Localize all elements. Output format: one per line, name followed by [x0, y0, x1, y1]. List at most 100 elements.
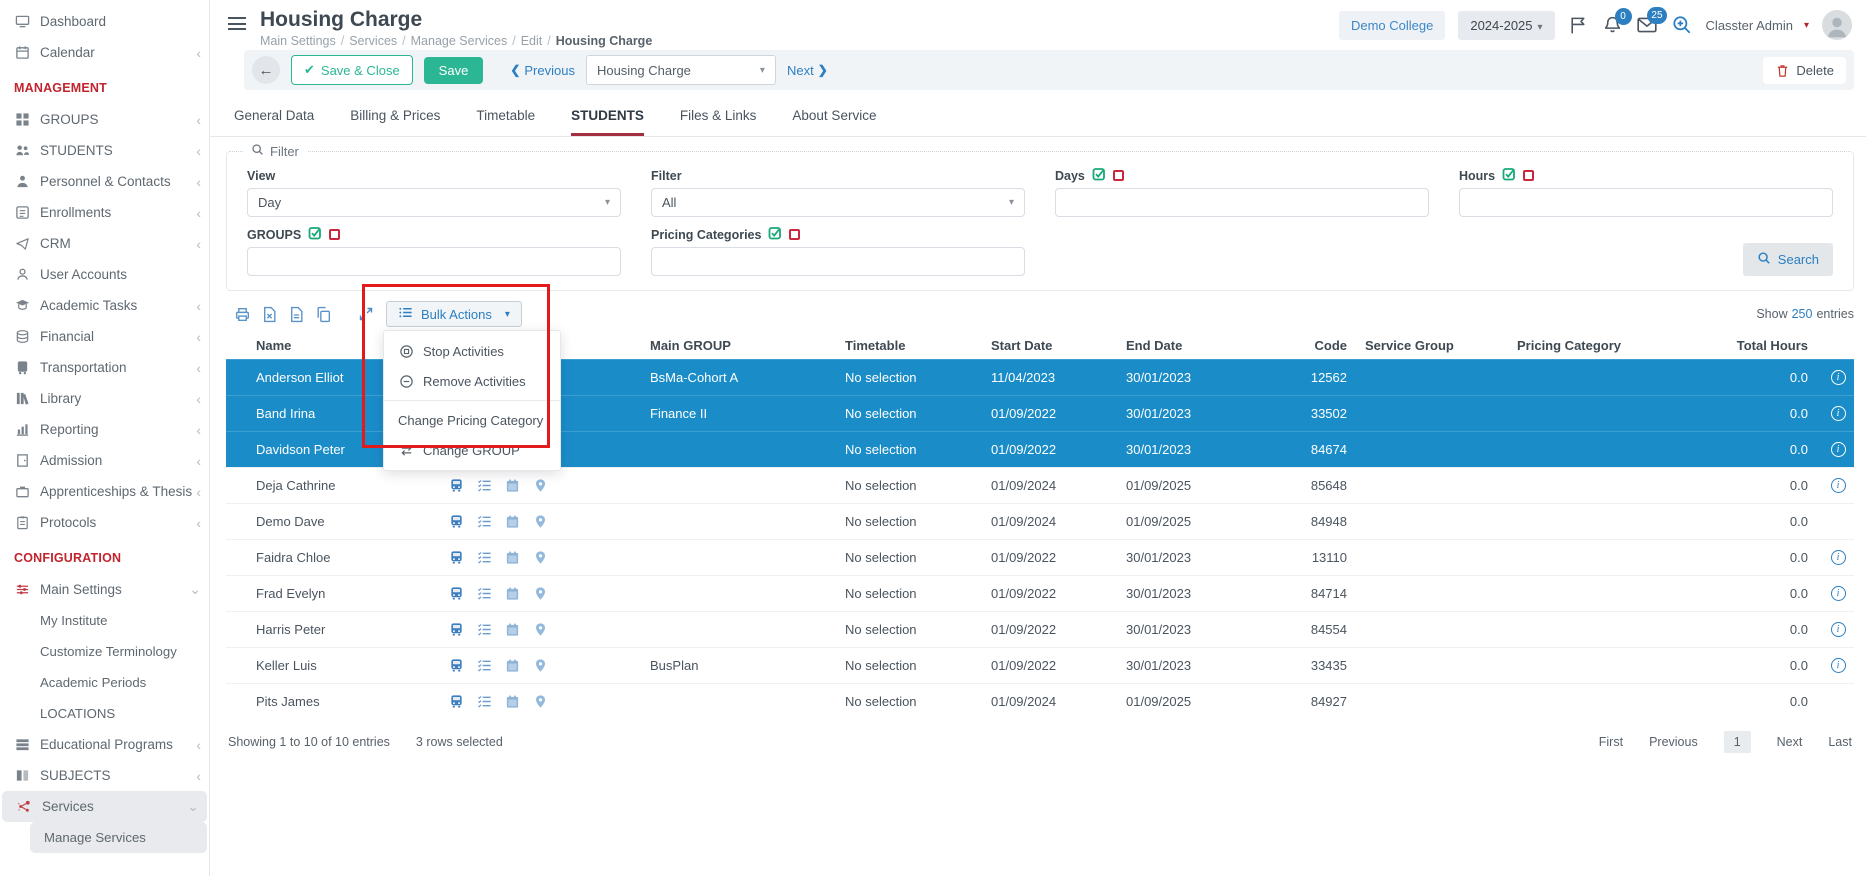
info-icon[interactable]: i — [1831, 658, 1846, 673]
sidebar-item-dashboard[interactable]: Dashboard — [0, 6, 209, 37]
pagination-first[interactable]: First — [1599, 735, 1623, 749]
next-button[interactable]: Next❯ — [787, 63, 828, 78]
table-row[interactable]: Frad EvelynNo selection01/09/202230/01/2… — [226, 575, 1854, 611]
flag-icon[interactable] — [1568, 15, 1589, 36]
service-selector[interactable]: Housing Charge▾ — [586, 55, 776, 85]
bus-icon[interactable] — [449, 694, 464, 709]
save-close-button[interactable]: ✔Save & Close — [291, 55, 413, 85]
location-icon[interactable] — [533, 514, 548, 529]
sidebar-item-library[interactable]: Library‹ — [0, 383, 209, 414]
delete-button[interactable]: Delete — [1763, 57, 1846, 84]
sidebar-item-educational-programs[interactable]: Educational Programs‹ — [0, 729, 209, 760]
filter-select[interactable]: All▾ — [651, 188, 1025, 217]
sidebar-item-personnel-and-contacts[interactable]: Personnel & Contacts‹ — [0, 166, 209, 197]
tab-about-service[interactable]: About Service — [792, 108, 876, 136]
column-header-end-date[interactable]: End Date — [1122, 338, 1257, 353]
hours-input[interactable] — [1459, 188, 1833, 217]
activities-icon[interactable] — [477, 514, 492, 529]
table-row[interactable]: Deja CathrineNo selection01/09/202401/09… — [226, 467, 1854, 503]
info-icon[interactable]: i — [1831, 478, 1846, 493]
save-button[interactable]: Save — [424, 57, 484, 84]
location-icon[interactable] — [533, 586, 548, 601]
notifications-bell-icon[interactable]: 0 — [1602, 15, 1623, 36]
sidebar-item-academic-periods[interactable]: Academic Periods — [0, 667, 209, 698]
breadcrumb-item[interactable]: Main Settings — [260, 34, 336, 48]
info-icon[interactable]: i — [1831, 622, 1846, 637]
uncheck-all-icon[interactable] — [1523, 170, 1534, 181]
bus-icon[interactable] — [449, 478, 464, 493]
location-icon[interactable] — [533, 550, 548, 565]
export-excel-icon[interactable] — [261, 306, 278, 323]
bus-icon[interactable] — [449, 550, 464, 565]
bus-icon[interactable] — [449, 622, 464, 637]
avatar[interactable] — [1822, 10, 1852, 40]
sidebar-item-subjects[interactable]: SUBJECTS‹ — [0, 760, 209, 791]
sidebar-item-academic-tasks[interactable]: Academic Tasks‹ — [0, 290, 209, 321]
breadcrumb-item[interactable]: Manage Services — [411, 34, 508, 48]
column-header-main-group[interactable]: Main GROUP — [646, 338, 841, 353]
zoom-search-icon[interactable] — [1671, 14, 1693, 36]
activities-icon[interactable] — [477, 658, 492, 673]
copy-icon[interactable] — [315, 306, 332, 323]
column-header-timetable[interactable]: Timetable — [841, 338, 987, 353]
calendar-small-icon[interactable] — [505, 694, 520, 709]
view-select[interactable]: Day▾ — [247, 188, 621, 217]
info-icon[interactable]: i — [1831, 550, 1846, 565]
previous-button[interactable]: ❮Previous — [510, 63, 575, 78]
column-header-total-hours[interactable]: Total Hours — [1703, 338, 1822, 353]
groups-input[interactable] — [247, 247, 621, 276]
menu-item-remove-activities[interactable]: Remove Activities — [384, 366, 560, 396]
check-all-icon[interactable] — [1092, 167, 1106, 184]
info-icon[interactable]: i — [1831, 442, 1846, 457]
calendar-small-icon[interactable] — [505, 514, 520, 529]
user-menu[interactable]: Classter Admin▾ — [1706, 18, 1809, 33]
table-row[interactable]: Demo DaveNo selection01/09/202401/09/202… — [226, 503, 1854, 539]
expand-table-icon[interactable] — [358, 306, 374, 323]
calendar-small-icon[interactable] — [505, 550, 520, 565]
export-pdf-icon[interactable] — [288, 306, 305, 323]
info-icon[interactable]: i — [1831, 406, 1846, 421]
sidebar-item-groups[interactable]: GROUPS‹ — [0, 104, 209, 135]
sidebar-item-calendar[interactable]: Calendar‹ — [0, 37, 209, 68]
activities-icon[interactable] — [477, 586, 492, 601]
breadcrumb-item[interactable]: Services — [349, 34, 397, 48]
activities-icon[interactable] — [477, 622, 492, 637]
column-header-code[interactable]: Code — [1257, 338, 1361, 353]
column-header-service-group[interactable]: Service Group — [1361, 338, 1513, 353]
table-row[interactable]: Pits JamesNo selection01/09/202401/09/20… — [226, 683, 1854, 719]
tab-files-and-links[interactable]: Files & Links — [680, 108, 757, 136]
pagination-1[interactable]: 1 — [1724, 731, 1751, 753]
pagination-previous[interactable]: Previous — [1649, 735, 1698, 749]
days-input[interactable] — [1055, 188, 1429, 217]
table-row[interactable]: Faidra ChloeNo selection01/09/202230/01/… — [226, 539, 1854, 575]
uncheck-all-icon[interactable] — [1113, 170, 1124, 181]
info-icon[interactable]: i — [1831, 586, 1846, 601]
sidebar-item-services[interactable]: Services⌄ — [2, 791, 207, 822]
column-header-pricing-category[interactable]: Pricing Category — [1513, 338, 1703, 353]
search-button[interactable]: Search — [1743, 243, 1833, 276]
check-all-icon[interactable] — [1502, 167, 1516, 184]
menu-item-change-pricing-category[interactable]: Change Pricing Category — [384, 405, 560, 435]
tab-general-data[interactable]: General Data — [234, 108, 314, 136]
tab-timetable[interactable]: Timetable — [476, 108, 535, 136]
check-all-icon[interactable] — [308, 226, 322, 243]
activities-icon[interactable] — [477, 694, 492, 709]
pagination-last[interactable]: Last — [1828, 735, 1852, 749]
sidebar-item-crm[interactable]: CRM‹ — [0, 228, 209, 259]
tab-students[interactable]: STUDENTS — [571, 108, 644, 136]
calendar-small-icon[interactable] — [505, 586, 520, 601]
table-row[interactable]: Keller LuisBusPlanNo selection01/09/2022… — [226, 647, 1854, 683]
location-icon[interactable] — [533, 694, 548, 709]
sidebar-item-user-accounts[interactable]: User Accounts — [0, 259, 209, 290]
calendar-small-icon[interactable] — [505, 478, 520, 493]
column-header-start-date[interactable]: Start Date — [987, 338, 1122, 353]
menu-item-stop-activities[interactable]: Stop Activities — [384, 336, 560, 366]
institution-chip[interactable]: Demo College — [1339, 11, 1445, 40]
location-icon[interactable] — [533, 622, 548, 637]
uncheck-all-icon[interactable] — [329, 229, 340, 240]
print-icon[interactable] — [234, 306, 251, 323]
activities-icon[interactable] — [477, 550, 492, 565]
sidebar-item-enrollments[interactable]: Enrollments‹ — [0, 197, 209, 228]
bulk-actions-button[interactable]: Bulk Actions ▾ — [386, 301, 522, 327]
messages-mail-icon[interactable]: 25 — [1636, 14, 1658, 36]
